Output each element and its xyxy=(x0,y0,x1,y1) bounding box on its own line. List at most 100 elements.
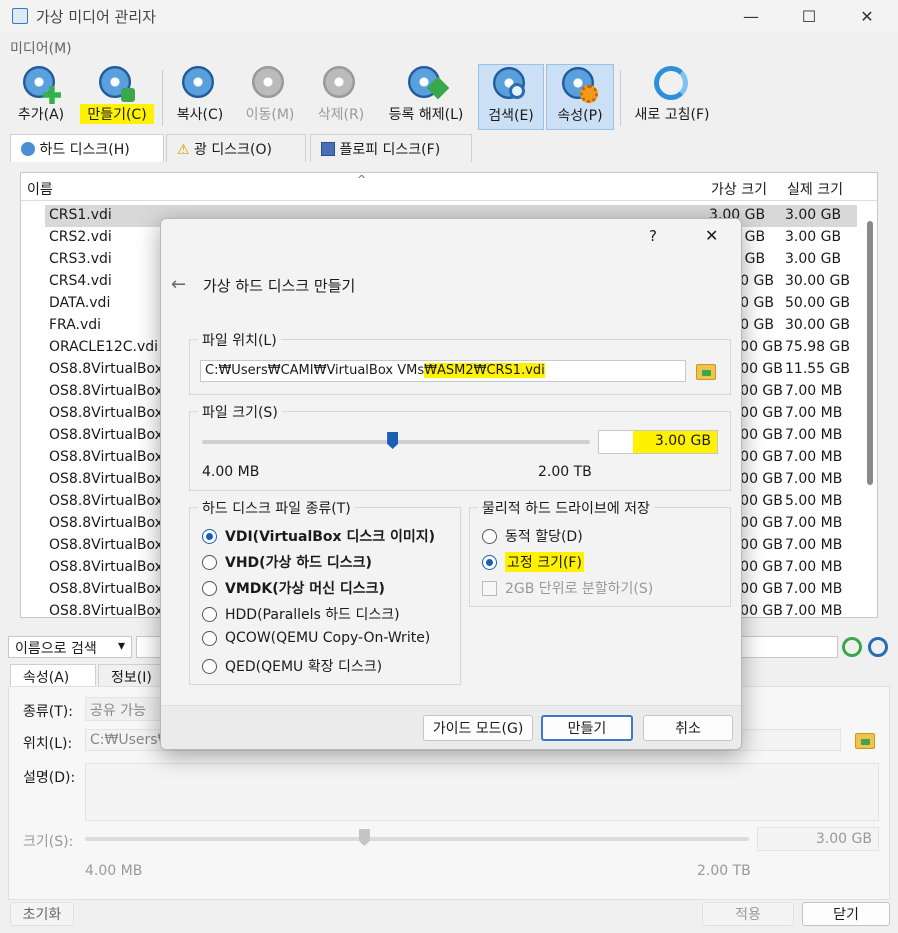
window-title: 가상 미디어 관리자 xyxy=(36,8,156,26)
apply-button[interactable]: 적용 xyxy=(702,902,794,926)
minimize-button[interactable]: — xyxy=(728,0,774,32)
vmdk-radio[interactable]: VMDK(가상 머신 디스크) xyxy=(202,578,385,598)
checkbox-icon xyxy=(482,580,497,596)
release-disk-icon xyxy=(408,66,450,102)
description-field[interactable] xyxy=(85,763,879,821)
radio-off-icon xyxy=(202,580,217,596)
radio-off-icon xyxy=(202,658,217,674)
cell-name: ORACLE12C.vdi xyxy=(49,339,159,355)
qcow-radio[interactable]: QCOW(QEMU Copy-On-Write) xyxy=(202,630,430,646)
cell-name: OS8.8VirtualBox xyxy=(49,361,163,377)
cancel-button[interactable]: 취소 xyxy=(643,715,733,741)
search-prev-icon[interactable] xyxy=(842,637,862,657)
file-location-input[interactable]: C:₩Users₩CAMI₩VirtualBox VMs₩ASM2₩CRS1.v… xyxy=(200,360,686,382)
close-window-button[interactable]: ✕ xyxy=(844,0,890,32)
file-size-slider-handle[interactable] xyxy=(387,432,399,449)
release-button[interactable]: 등록 해제(L) xyxy=(380,64,472,130)
column-name[interactable]: 이름 xyxy=(27,179,53,199)
properties-button[interactable]: 속성(P) xyxy=(546,64,614,130)
storage-label: 물리적 하드 드라이브에 저장 xyxy=(478,498,654,518)
search-next-icon[interactable] xyxy=(868,637,888,657)
add-button[interactable]: 추가(A) xyxy=(10,64,72,130)
radio-on-icon xyxy=(482,554,497,570)
disk-type-group: 하드 디스크 파일 종류(T) VDI(VirtualBox 디스크 이미지) V… xyxy=(189,498,461,685)
cell-actual-size: 7.00 MB xyxy=(785,581,843,597)
cell-name: OS8.8VirtualBox xyxy=(49,449,163,465)
copy-button[interactable]: 복사(C) xyxy=(170,64,230,130)
size-min-label: 4.00 MB xyxy=(85,863,143,879)
cell-name: OS8.8VirtualBox xyxy=(49,405,163,421)
add-disk-icon xyxy=(23,66,61,104)
radio-off-icon xyxy=(482,528,497,544)
size-field[interactable]: 3.00 GB xyxy=(757,827,879,851)
tab-attributes[interactable]: 속성(A) xyxy=(10,664,96,688)
cell-name: CRS4.vdi xyxy=(49,273,112,289)
maximize-button[interactable]: ☐ xyxy=(786,0,832,32)
scrollbar[interactable] xyxy=(863,201,877,617)
cell-name: OS8.8VirtualBox xyxy=(49,427,163,443)
cell-name: OS8.8VirtualBox xyxy=(49,471,163,487)
cell-actual-size: 30.00 GB xyxy=(785,273,850,289)
file-size-field[interactable]: 3.00 GB xyxy=(598,430,718,454)
fixed-size-radio[interactable]: 고정 크기(F) xyxy=(482,552,584,572)
cell-name: OS8.8VirtualBox xyxy=(49,603,163,618)
cell-name: CRS2.vdi xyxy=(49,229,112,245)
create-disk-icon xyxy=(99,66,135,102)
split-2gb-checkbox[interactable]: 2GB 단위로 분할하기(S) xyxy=(482,578,653,598)
cell-actual-size: 30.00 GB xyxy=(785,317,850,333)
create-button[interactable]: 만들기(C) xyxy=(80,64,154,130)
search-mode-select[interactable]: 이름으로 검색 ▾ xyxy=(8,636,132,658)
cell-actual-size: 7.00 MB xyxy=(785,515,843,531)
search-disk-icon xyxy=(493,67,529,103)
cell-name: OS8.8VirtualBox xyxy=(49,537,163,553)
disk-type-label: 하드 디스크 파일 종류(T) xyxy=(198,498,355,518)
size-slider-handle[interactable] xyxy=(358,829,370,846)
cell-actual-size: 7.00 MB xyxy=(785,383,843,399)
remove-button[interactable]: 삭제(R) xyxy=(310,64,372,130)
hdd-radio[interactable]: HDD(Parallels 하드 디스크) xyxy=(202,604,400,624)
close-button[interactable]: 닫기 xyxy=(802,902,890,926)
move-button[interactable]: 이동(M) xyxy=(238,64,302,130)
menu-bar: 미디어(M) xyxy=(0,34,898,58)
dynamic-allocation-radio[interactable]: 동적 할당(D) xyxy=(482,526,583,546)
tab-info[interactable]: 정보(I) xyxy=(98,664,162,688)
file-size-group: 파일 크기(S) 3.00 GB 4.00 MB 2.00 TB xyxy=(189,402,731,491)
size-slider[interactable] xyxy=(85,837,749,841)
dialog-close-button[interactable]: ✕ xyxy=(705,226,718,245)
toolbar-separator xyxy=(162,70,163,126)
search-button[interactable]: 검색(E) xyxy=(478,64,544,130)
menu-media[interactable]: 미디어(M) xyxy=(10,38,72,58)
create-disk-button[interactable]: 만들기 xyxy=(541,715,633,741)
tab-optical[interactable]: ⚠ 광 디스크(O) xyxy=(166,134,306,162)
cell-actual-size: 7.00 MB xyxy=(785,427,843,443)
tab-floppy[interactable]: 플로피 디스크(F) xyxy=(310,134,472,162)
refresh-button[interactable]: 새로 고침(F) xyxy=(626,64,718,130)
radio-off-icon xyxy=(202,630,217,646)
tab-hard-disk[interactable]: 하드 디스크(H) xyxy=(10,134,164,162)
vdi-radio[interactable]: VDI(VirtualBox 디스크 이미지) xyxy=(202,526,435,546)
size-label: 크기(S): xyxy=(23,834,74,850)
scroll-thumb[interactable] xyxy=(867,221,873,485)
column-virtual-size[interactable]: 가상 크기 xyxy=(711,179,767,199)
back-arrow-icon[interactable]: ← xyxy=(171,274,186,295)
storage-group: 물리적 하드 드라이브에 저장 동적 할당(D) 고정 크기(F) 2GB 단위… xyxy=(469,498,731,607)
create-virtual-disk-dialog: ? ✕ ← 가상 하드 디스크 만들기 파일 위치(L) C:₩Users₩CA… xyxy=(160,218,742,750)
cell-name: OS8.8VirtualBox xyxy=(49,383,163,399)
qed-radio[interactable]: QED(QEMU 확장 디스크) xyxy=(202,656,382,676)
reset-button[interactable]: 초기화 xyxy=(10,902,74,926)
guided-mode-button[interactable]: 가이드 모드(G) xyxy=(423,715,533,741)
file-size-label: 파일 크기(S) xyxy=(198,402,282,422)
vhd-radio[interactable]: VHD(가상 하드 디스크) xyxy=(202,552,372,572)
column-actual-size[interactable]: 실제 크기 xyxy=(787,179,843,199)
title-bar: 가상 미디어 관리자 — ☐ ✕ xyxy=(0,0,898,32)
help-button[interactable]: ? xyxy=(649,227,657,245)
cell-actual-size: 7.00 MB xyxy=(785,537,843,553)
cell-name: CRS1.vdi xyxy=(49,207,112,223)
location-label: 위치(L): xyxy=(23,736,73,752)
gear-disk-icon xyxy=(562,67,598,103)
cell-actual-size: 7.00 MB xyxy=(785,405,843,421)
folder-icon[interactable] xyxy=(696,364,716,380)
cell-name: FRA.vdi xyxy=(49,317,102,333)
folder-icon[interactable] xyxy=(855,733,875,749)
description-label: 설명(D): xyxy=(23,770,76,786)
